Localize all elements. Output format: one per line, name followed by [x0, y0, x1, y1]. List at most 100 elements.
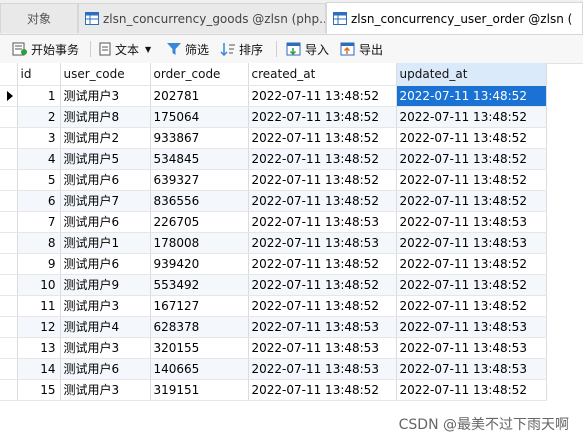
row-marker[interactable]	[0, 337, 18, 359]
tab-user-order-table[interactable]: zlsn_concurrency_user_order @zlsn (	[326, 2, 583, 34]
row-marker[interactable]	[0, 127, 18, 149]
tab-objects[interactable]: 对象	[0, 3, 78, 33]
row-marker[interactable]	[0, 358, 18, 380]
row-marker[interactable]	[0, 253, 18, 275]
table-cell-user-code[interactable]: 测试用户5	[60, 148, 151, 170]
table-row[interactable]: 5 测试用户6 639327 2022-07-11 13:48:52 2022-07-1…	[0, 169, 547, 191]
table-cell-order-code[interactable]: 226705	[150, 211, 249, 233]
table-row[interactable]: 3 测试用户2 933867 2022-07-11 13:48:52 2022-07-1…	[0, 127, 547, 149]
table-cell-updated-at[interactable]: 2022-07-11 13:48:52	[396, 106, 547, 128]
table-cell-created-at[interactable]: 2022-07-11 13:48:52	[248, 169, 397, 191]
row-marker[interactable]	[0, 85, 18, 107]
table-cell-order-code[interactable]: 534845	[150, 148, 249, 170]
row-marker[interactable]	[0, 232, 18, 254]
table-cell-created-at[interactable]: 2022-07-11 13:48:52	[248, 253, 397, 275]
table-row[interactable]: 12 测试用户4 628378 2022-07-11 13:48:53 2022-07-…	[0, 316, 547, 338]
table-cell-order-code[interactable]: 628378	[150, 316, 249, 338]
table-cell-created-at[interactable]: 2022-07-11 13:48:52	[248, 106, 397, 128]
column-header-order-code[interactable]: order_code	[150, 63, 249, 86]
table-row[interactable]: 13 测试用户3 320155 2022-07-11 13:48:53 2022-07-…	[0, 337, 547, 359]
table-cell-order-code[interactable]: 933867	[150, 127, 249, 149]
table-cell-order-code[interactable]: 140665	[150, 358, 249, 380]
table-cell-created-at[interactable]: 2022-07-11 13:48:52	[248, 379, 397, 401]
sort-button[interactable]: 排序	[220, 39, 263, 59]
row-marker[interactable]	[0, 106, 18, 128]
table-cell-updated-at[interactable]: 2022-07-11 13:48:52	[396, 190, 547, 212]
begin-transaction-button[interactable]: 开始事务	[12, 39, 79, 59]
table-cell-id[interactable]: 12	[17, 316, 61, 338]
table-cell-user-code[interactable]: 测试用户3	[60, 379, 151, 401]
table-cell-created-at[interactable]: 2022-07-11 13:48:52	[248, 274, 397, 296]
table-cell-updated-at[interactable]: 2022-07-11 13:48:52	[396, 169, 547, 191]
column-header-id[interactable]: id	[17, 63, 61, 86]
row-marker[interactable]	[0, 148, 18, 170]
table-cell-order-code[interactable]: 553492	[150, 274, 249, 296]
table-cell-updated-at[interactable]: 2022-07-11 13:48:52	[396, 274, 547, 296]
table-cell-order-code[interactable]: 639327	[150, 169, 249, 191]
row-marker[interactable]	[0, 274, 18, 296]
column-header-updated-at[interactable]: updated_at	[396, 63, 547, 86]
table-row[interactable]: 9 测试用户6 939420 2022-07-11 13:48:52 2022-07-1…	[0, 253, 547, 275]
table-cell-user-code[interactable]: 测试用户3	[60, 85, 151, 107]
table-cell-updated-at[interactable]: 2022-07-11 13:48:53	[396, 358, 547, 380]
table-cell-user-code[interactable]: 测试用户2	[60, 127, 151, 149]
row-marker[interactable]	[0, 190, 18, 212]
table-cell-id[interactable]: 2	[17, 106, 61, 128]
table-cell-created-at[interactable]: 2022-07-11 13:48:52	[248, 85, 397, 107]
table-row[interactable]: 7 测试用户6 226705 2022-07-11 13:48:53 2022-07-1…	[0, 211, 547, 233]
table-cell-user-code[interactable]: 测试用户6	[60, 358, 151, 380]
tab-goods-table[interactable]: zlsn_concurrency_goods @zlsn (php...	[78, 3, 326, 33]
table-cell-updated-at[interactable]: 2022-07-11 13:48:52	[396, 148, 547, 170]
table-cell-user-code[interactable]: 测试用户4	[60, 316, 151, 338]
table-cell-user-code[interactable]: 测试用户7	[60, 190, 151, 212]
export-button[interactable]: 导出	[340, 39, 383, 59]
table-row[interactable]: 4 测试用户5 534845 2022-07-11 13:48:52 2022-07-1…	[0, 148, 547, 170]
table-cell-created-at[interactable]: 2022-07-11 13:48:53	[248, 211, 397, 233]
table-cell-id[interactable]: 10	[17, 274, 61, 296]
table-cell-created-at[interactable]: 2022-07-11 13:48:52	[248, 148, 397, 170]
row-marker[interactable]	[0, 211, 18, 233]
table-cell-created-at[interactable]: 2022-07-11 13:48:53	[248, 316, 397, 338]
table-cell-updated-at[interactable]: 2022-07-11 13:48:53	[396, 337, 547, 359]
table-cell-id[interactable]: 8	[17, 232, 61, 254]
table-cell-user-code[interactable]: 测试用户3	[60, 337, 151, 359]
table-cell-order-code[interactable]: 319151	[150, 379, 249, 401]
import-button[interactable]: 导入	[286, 39, 329, 59]
row-marker[interactable]	[0, 295, 18, 317]
table-cell-order-code[interactable]: 175064	[150, 106, 249, 128]
column-header-created-at[interactable]: created_at	[248, 63, 397, 86]
table-cell-user-code[interactable]: 测试用户6	[60, 253, 151, 275]
table-cell-id[interactable]: 1	[17, 85, 61, 107]
table-cell-updated-at[interactable]: 2022-07-11 13:48:53	[396, 316, 547, 338]
table-cell-id[interactable]: 4	[17, 148, 61, 170]
table-cell-user-code[interactable]: 测试用户9	[60, 274, 151, 296]
table-cell-updated-at[interactable]: 2022-07-11 13:48:52	[396, 379, 547, 401]
table-cell-created-at[interactable]: 2022-07-11 13:48:53	[248, 337, 397, 359]
table-cell-user-code[interactable]: 测试用户6	[60, 169, 151, 191]
table-cell-order-code[interactable]: 202781	[150, 85, 249, 107]
table-row[interactable]: 2 测试用户8 175064 2022-07-11 13:48:52 2022-07-1…	[0, 106, 547, 128]
table-cell-updated-at[interactable]: 2022-07-11 13:48:52	[396, 295, 547, 317]
table-cell-id[interactable]: 9	[17, 253, 61, 275]
table-row[interactable]: 14 测试用户6 140665 2022-07-11 13:48:53 2022-07-…	[0, 358, 547, 380]
table-row[interactable]: 6 测试用户7 836556 2022-07-11 13:48:52 2022-07-1…	[0, 190, 547, 212]
table-cell-user-code[interactable]: 测试用户3	[60, 295, 151, 317]
table-cell-id[interactable]: 5	[17, 169, 61, 191]
table-cell-created-at[interactable]: 2022-07-11 13:48:52	[248, 127, 397, 149]
table-cell-order-code[interactable]: 167127	[150, 295, 249, 317]
table-row[interactable]: 15 测试用户3 319151 2022-07-11 13:48:52 2022-07-…	[0, 379, 547, 401]
table-row[interactable]: 11 测试用户3 167127 2022-07-11 13:48:52 2022-07-…	[0, 295, 547, 317]
table-cell-updated-at[interactable]: 2022-07-11 13:48:52	[396, 127, 547, 149]
table-cell-user-code[interactable]: 测试用户1	[60, 232, 151, 254]
row-marker[interactable]	[0, 379, 18, 401]
column-header-user-code[interactable]: user_code	[60, 63, 151, 86]
row-marker[interactable]	[0, 316, 18, 338]
table-cell-updated-at[interactable]: 2022-07-11 13:48:52	[396, 85, 547, 107]
table-row[interactable]: 8 测试用户1 178008 2022-07-11 13:48:53 2022-07-1…	[0, 232, 547, 254]
table-cell-updated-at[interactable]: 2022-07-11 13:48:53	[396, 232, 547, 254]
table-cell-order-code[interactable]: 320155	[150, 337, 249, 359]
table-cell-created-at[interactable]: 2022-07-11 13:48:52	[248, 190, 397, 212]
table-cell-id[interactable]: 7	[17, 211, 61, 233]
table-cell-created-at[interactable]: 2022-07-11 13:48:53	[248, 358, 397, 380]
table-cell-created-at[interactable]: 2022-07-11 13:48:53	[248, 232, 397, 254]
